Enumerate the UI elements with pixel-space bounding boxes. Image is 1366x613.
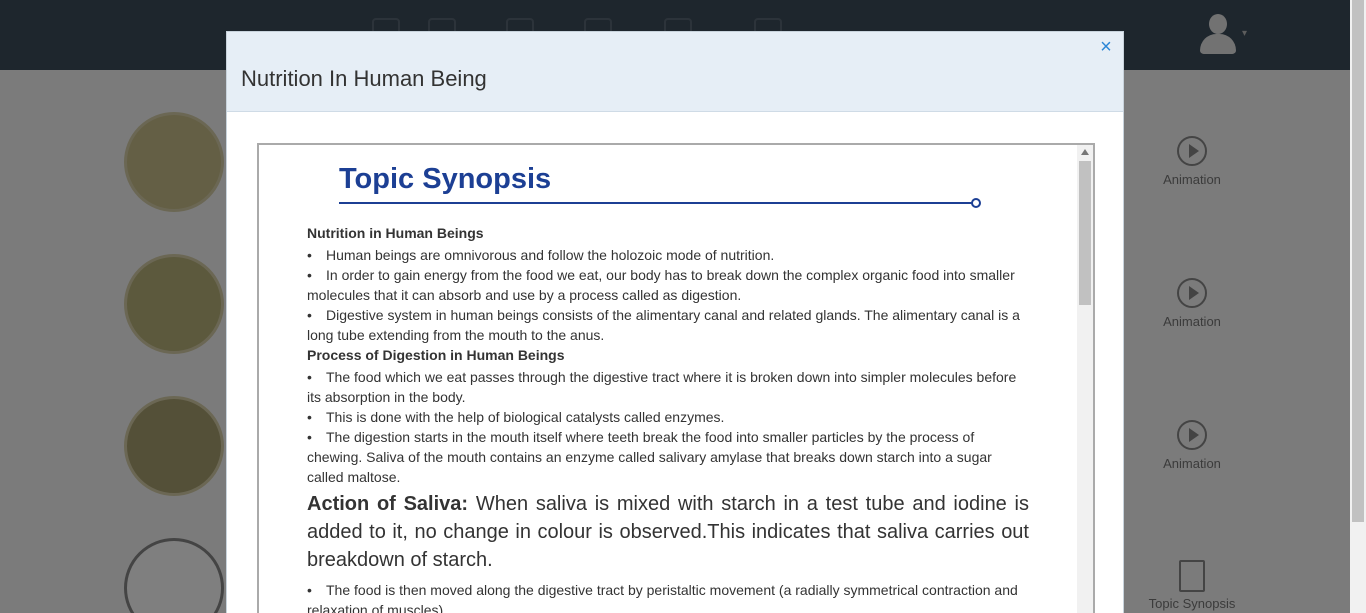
synopsis-body: Nutrition in Human Beings • Human beings …: [307, 225, 1029, 613]
synopsis-heading: Topic Synopsis: [339, 163, 552, 195]
list-item-text: In order to gain energy from the food we…: [307, 267, 1015, 303]
modal-title: Nutrition In Human Being: [241, 66, 487, 91]
list-item-text: The food which we eat passes through the…: [307, 369, 1017, 405]
modal-header: Nutrition In Human Being ×: [227, 32, 1123, 112]
list-item: • The food which we eat passes through th…: [307, 369, 1017, 405]
heading-divider: [339, 202, 973, 204]
saliva-paragraph: Action of Saliva: When saliva is mixed w…: [307, 490, 1029, 574]
section-title: Nutrition in Human Beings: [307, 225, 484, 241]
list-item: • The digestion starts in the mouth itsel…: [307, 429, 992, 485]
heading-divider-dot: [971, 198, 981, 208]
page-scrollbar[interactable]: [1350, 0, 1366, 613]
list-item: • This is done with the help of biologica…: [307, 409, 725, 425]
list-item: • Digestive system in human beings consis…: [307, 307, 1020, 343]
frame-scrollbar[interactable]: [1077, 145, 1093, 613]
synopsis-frame[interactable]: Topic Synopsis Nutrition in Human Beings…: [257, 143, 1095, 613]
saliva-lead: Action of Saliva:: [307, 493, 469, 515]
close-button[interactable]: ×: [1095, 36, 1117, 58]
list-item: • The food is then moved along the digest…: [307, 580, 1029, 613]
list-item-text: The digestion starts in the mouth itself…: [307, 429, 992, 485]
list-item-text: Human beings are omnivorous and follow t…: [326, 247, 775, 263]
list-item-text: The food is then moved along the digesti…: [307, 582, 1018, 613]
topic-modal: Nutrition In Human Being × Topic Synopsi…: [226, 31, 1124, 613]
list-item-text: Digestive system in human beings consist…: [307, 307, 1020, 343]
page-scrollbar-thumb[interactable]: [1352, 0, 1364, 522]
list-item: • In order to gain energy from the food w…: [307, 267, 1015, 303]
frame-scrollbar-thumb[interactable]: [1079, 161, 1091, 305]
section-title: Process of Digestion in Human Beings: [307, 347, 565, 363]
scroll-up-icon[interactable]: [1081, 149, 1089, 155]
list-item-text: This is done with the help of biological…: [326, 409, 725, 425]
list-item: • Human beings are omnivorous and follow …: [307, 247, 775, 263]
